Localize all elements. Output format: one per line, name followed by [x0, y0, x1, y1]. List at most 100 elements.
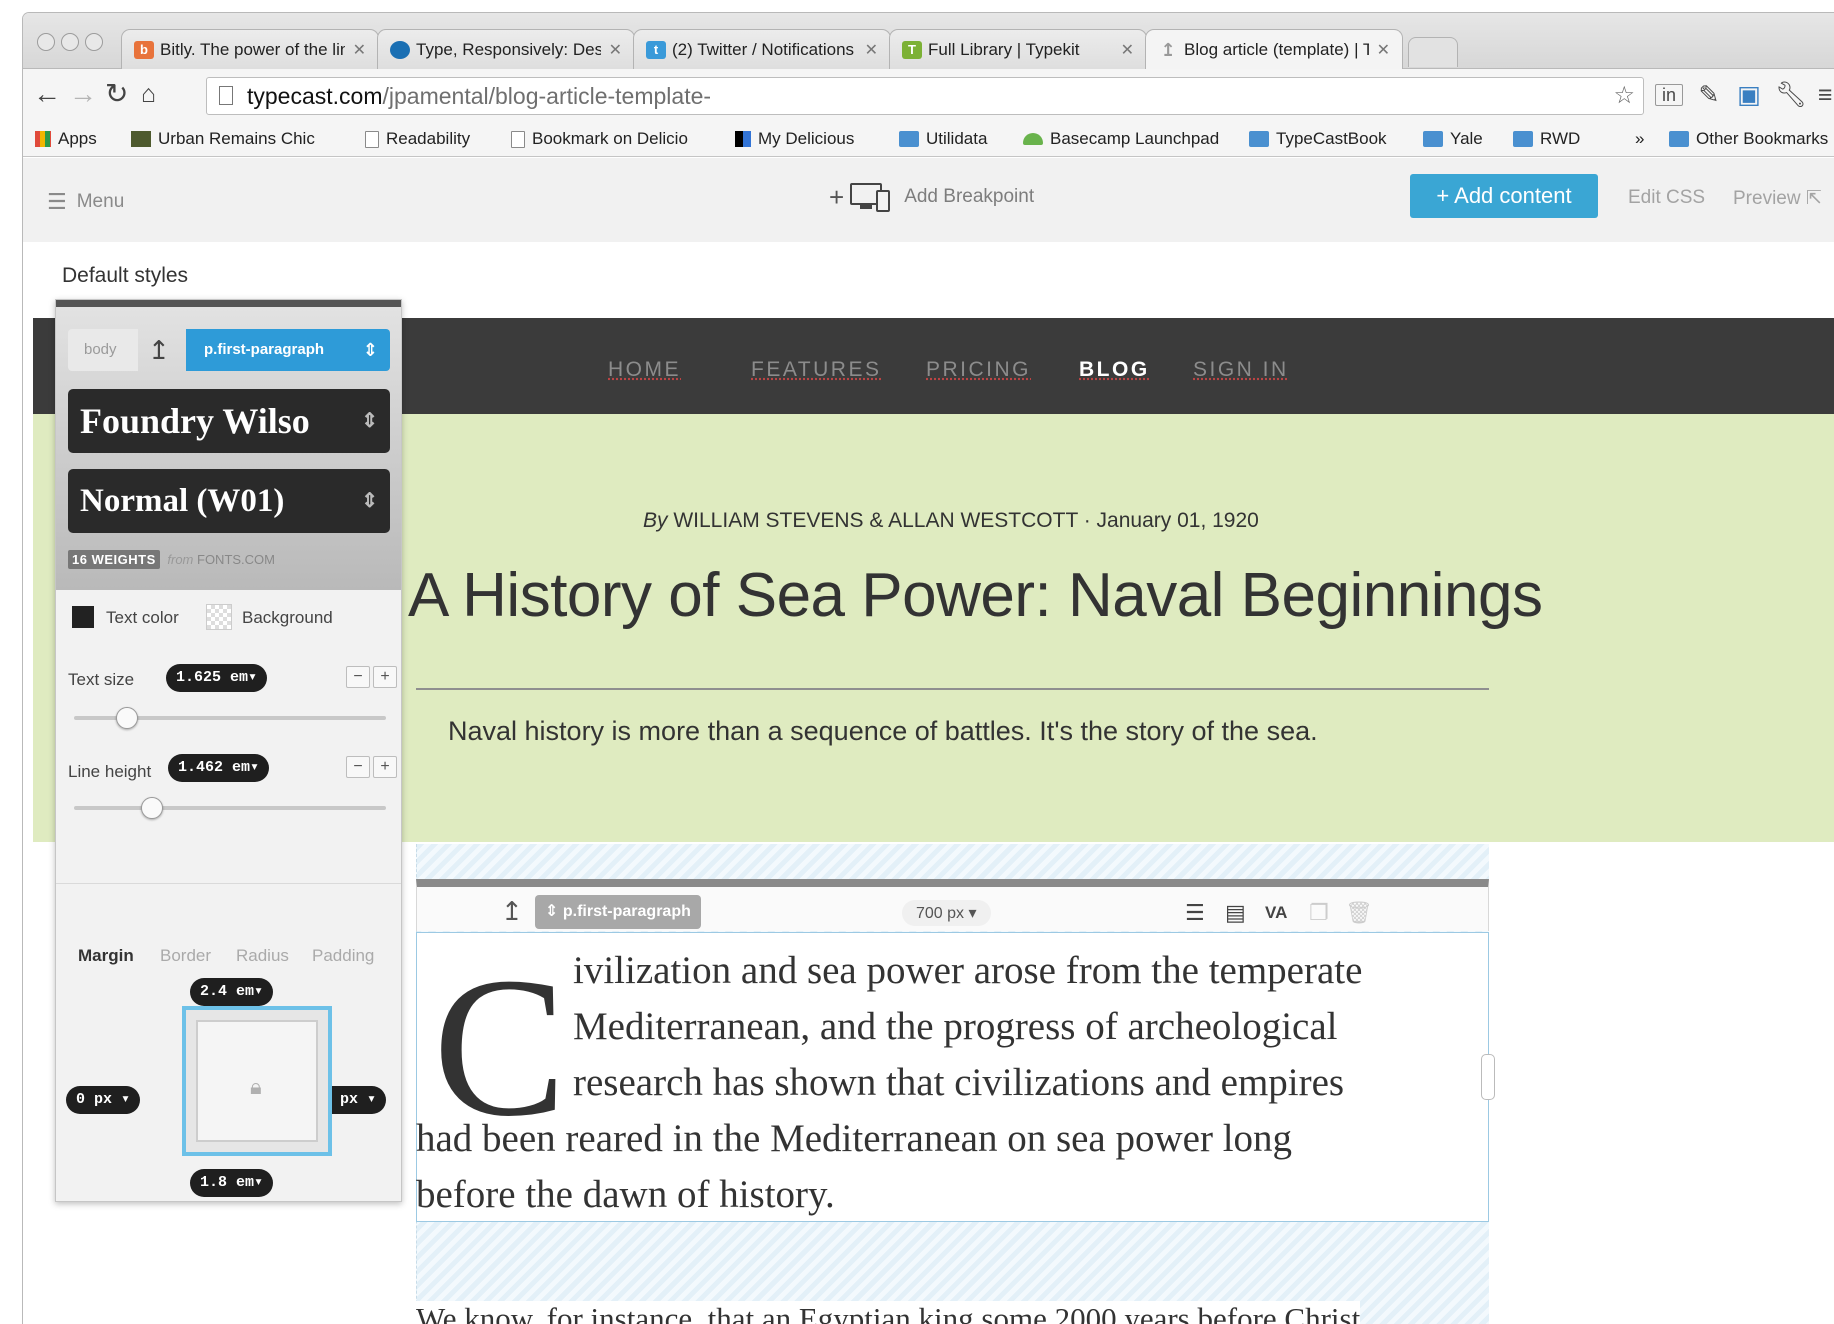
bookmark-urban-remains[interactable]: Urban Remains Chic: [131, 128, 346, 150]
eyedropper-icon[interactable]: ✎: [1695, 81, 1723, 109]
tab-padding[interactable]: Padding: [312, 946, 374, 966]
align-left-icon[interactable]: ☰: [1185, 900, 1205, 926]
breadcrumb-body[interactable]: body: [68, 329, 138, 371]
browser-tab-twitter[interactable]: t (2) Twitter / Notifications ✕: [633, 29, 891, 69]
second-paragraph[interactable]: We know, for instance, that an Egyptian …: [416, 1301, 1361, 1324]
external-link-icon: ⇱: [1800, 188, 1822, 209]
bookmark-label: Basecamp Launchpad: [1050, 129, 1220, 148]
browser-tab-bitly[interactable]: b Bitly. The power of the link ✕: [121, 29, 379, 69]
close-tab-icon[interactable]: ✕: [1121, 40, 1134, 60]
bookmark-rwd[interactable]: RWD: [1513, 128, 1580, 150]
text-size-value: 1.625 em: [176, 669, 249, 686]
folder-icon: [1513, 131, 1533, 147]
extension-icon[interactable]: in: [1655, 84, 1683, 106]
bookmark-basecamp[interactable]: Basecamp Launchpad: [1023, 128, 1219, 150]
bookmark-utilidata[interactable]: Utilidata: [899, 128, 987, 150]
bookmarks-bar: Apps Urban Remains Chic Readability Book…: [23, 121, 1834, 157]
margin-left-value: 0 px: [76, 1091, 113, 1108]
close-tab-icon[interactable]: ✕: [353, 40, 366, 60]
duplicate-icon[interactable]: ❐: [1309, 900, 1329, 926]
bookmark-typecastbook[interactable]: TypeCastBook: [1249, 128, 1387, 150]
divider: [56, 883, 401, 884]
zoom-window-button[interactable]: [85, 33, 103, 51]
close-window-button[interactable]: [37, 33, 55, 51]
bookmark-other-bookmarks[interactable]: Other Bookmarks: [1669, 128, 1828, 150]
edit-css-button[interactable]: Edit CSS: [1628, 187, 1705, 209]
element-selector-chip[interactable]: ⇕ p.first-paragraph: [535, 895, 701, 929]
select-parent-icon[interactable]: ↥: [501, 896, 523, 927]
wrench-icon[interactable]: 🔧︎: [1775, 81, 1807, 109]
add-content-button[interactable]: + Add content: [1410, 174, 1598, 218]
nav-blog[interactable]: BLOG: [1079, 358, 1150, 382]
star-icon[interactable]: ☆: [1613, 78, 1635, 114]
nav-sign-in[interactable]: SIGN IN: [1193, 358, 1289, 382]
trash-icon[interactable]: 🗑︎: [1345, 900, 1373, 926]
address-bar[interactable]: typecast.com/jpamental/blog-article-temp…: [206, 77, 1644, 115]
nav-features[interactable]: FEATURES: [751, 358, 881, 382]
reload-icon[interactable]: ↻: [105, 79, 128, 109]
delicious-icon: [735, 131, 751, 147]
nav-pricing[interactable]: PRICING: [926, 358, 1031, 382]
url-path: /jpamental/blog-article-template-: [382, 83, 712, 109]
text-color-swatch[interactable]: [72, 606, 94, 628]
bookmark-delicious[interactable]: Bookmark on Delicio: [511, 128, 733, 150]
byline-by: By: [643, 509, 668, 532]
paragraph-line: Mediterranean, and the progress of arche…: [573, 1005, 1338, 1048]
breadcrumb-selected[interactable]: p.first-paragraph ⇕: [186, 329, 390, 371]
bookmark-readability[interactable]: Readability: [365, 128, 470, 150]
new-tab-button[interactable]: [1408, 37, 1458, 67]
box-model-content: 🔒︎: [196, 1020, 318, 1142]
margin-left-select[interactable]: 0 px ▾: [66, 1086, 141, 1114]
font-family-select[interactable]: Foundry Wilso ⇕: [68, 389, 390, 453]
resize-handle[interactable]: [1481, 1054, 1495, 1100]
article-headline[interactable]: A History of Sea Power: Naval Beginnings: [408, 560, 1543, 631]
home-icon[interactable]: ⌂: [141, 79, 156, 109]
browser-tab-typekit[interactable]: T Full Library | Typekit ✕: [889, 29, 1147, 69]
browser-window: b Bitly. The power of the link ✕ Type, R…: [22, 12, 1834, 1324]
bookmark-label: Yale: [1450, 129, 1483, 148]
increase-text-size-button[interactable]: +: [373, 666, 397, 688]
tab-border[interactable]: Border: [160, 946, 211, 966]
preview-button[interactable]: Preview ⇱: [1733, 187, 1822, 210]
bookmark-my-delicious[interactable]: My Delicious: [735, 128, 854, 150]
increase-line-height-button[interactable]: +: [373, 756, 397, 778]
margin-bottom-select[interactable]: 1.8 em▾: [190, 1169, 274, 1197]
bookmark-yale[interactable]: Yale: [1423, 128, 1483, 150]
screen-capture-icon[interactable]: ▣: [1735, 81, 1763, 109]
add-breakpoint-button[interactable]: + Add Breakpoint: [829, 180, 1034, 214]
lock-icon[interactable]: 🔒︎: [250, 1074, 262, 1100]
kerning-icon[interactable]: VA: [1265, 903, 1287, 923]
menu-button[interactable]: ☰ Menu: [47, 189, 124, 215]
slider-knob[interactable]: [141, 797, 163, 819]
element-width-select[interactable]: 700 px ▾: [902, 900, 991, 926]
tab-radius[interactable]: Radius: [236, 946, 289, 966]
slider-knob[interactable]: [116, 707, 139, 729]
line-height-select[interactable]: 1.462 em▾: [168, 754, 270, 782]
line-height-slider[interactable]: [74, 797, 386, 819]
browser-tab-blog-article[interactable]: ↥ Blog article (template) | Ty ✕: [1145, 29, 1403, 69]
text-size-slider[interactable]: [74, 707, 386, 729]
background-swatch[interactable]: [206, 604, 232, 630]
bookmarks-overflow-icon[interactable]: »: [1635, 128, 1644, 150]
tab-margin[interactable]: Margin: [78, 946, 134, 966]
article-dek[interactable]: Naval history is more than a sequence of…: [448, 716, 1318, 747]
margin-top-select[interactable]: 2.4 em▾: [190, 978, 274, 1006]
hamburger-icon: ☰: [47, 189, 67, 214]
select-parent-icon[interactable]: ↥: [148, 335, 170, 366]
decrease-line-height-button[interactable]: −: [346, 756, 370, 778]
menu-icon[interactable]: ≡: [1811, 81, 1834, 109]
font-style-select[interactable]: Normal (W01) ⇕: [68, 469, 390, 533]
minimize-window-button[interactable]: [61, 33, 79, 51]
tab-strip: b Bitly. The power of the link ✕ Type, R…: [23, 13, 1834, 69]
forward-arrow-icon[interactable]: →: [69, 79, 97, 109]
back-arrow-icon[interactable]: ←: [33, 79, 61, 109]
nav-home[interactable]: HOME: [608, 358, 681, 382]
close-tab-icon[interactable]: ✕: [1377, 40, 1390, 60]
columns-icon[interactable]: ▤: [1225, 900, 1246, 926]
text-size-select[interactable]: 1.625 em▾: [166, 664, 268, 692]
browser-tab-type-responsively[interactable]: Type, Responsively: Design ✕: [377, 29, 635, 69]
decrease-text-size-button[interactable]: −: [346, 666, 370, 688]
close-tab-icon[interactable]: ✕: [609, 40, 622, 60]
close-tab-icon[interactable]: ✕: [865, 40, 878, 60]
bookmark-apps[interactable]: Apps: [35, 128, 97, 150]
